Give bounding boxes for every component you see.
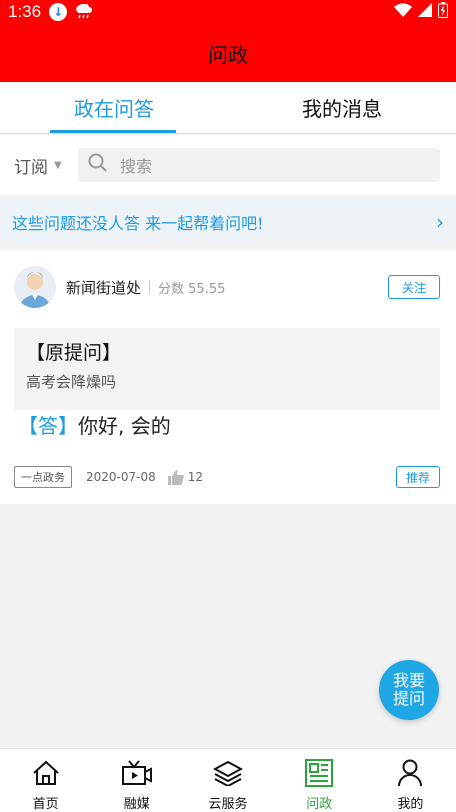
tv-icon [121, 759, 152, 787]
nav-media[interactable]: 融媒 [91, 749, 182, 812]
post-meta: 一点政务 2020-07-08 12 推荐 [14, 466, 440, 488]
weather-icon [75, 4, 93, 20]
search-icon [88, 153, 108, 177]
card-header: 新闻街道处 分数 55.55 关注 [14, 266, 440, 308]
subscribe-dropdown[interactable]: 订阅 ▼ [14, 153, 78, 178]
recommend-button[interactable]: 推荐 [396, 466, 440, 488]
author-name[interactable]: 新闻街道处 [66, 277, 141, 298]
nav-mine-label: 我的 [397, 797, 424, 812]
app-bar: 问政 [0, 24, 456, 82]
banner-text: 这些问题还没人答 来一起帮着问吧! [12, 214, 264, 233]
tab-qa[interactable]: 政在问答 [0, 82, 228, 133]
nav-wenzheng-label: 问政 [306, 797, 333, 812]
answer-text: 你好, 会的 [78, 414, 171, 438]
layers-icon [213, 759, 243, 787]
tab-bar: 政在问答 我的消息 [0, 82, 456, 134]
nav-mine[interactable]: 我的 [365, 749, 456, 812]
nav-media-label: 融媒 [123, 797, 150, 812]
unanswered-banner[interactable]: 这些问题还没人答 来一起帮着问吧! › [0, 196, 456, 248]
status-bar: 1:36 ↓ [0, 0, 456, 24]
ask-question-button[interactable]: 我要提问 [379, 660, 439, 720]
qa-card[interactable]: 新闻街道处 分数 55.55 关注 【原提问】 高考会降燥吗 【答】 你好, 会… [0, 250, 456, 504]
divider [149, 280, 151, 294]
original-question[interactable]: 【原提问】 高考会降燥吗 [14, 328, 440, 410]
wifi-icon [394, 2, 412, 22]
search-placeholder: 搜索 [120, 157, 153, 176]
person-icon [395, 759, 425, 787]
home-icon [31, 759, 61, 787]
answer: 【答】 你好, 会的 [18, 410, 171, 439]
signal-icon [418, 2, 432, 22]
author-score: 分数 55.55 [158, 281, 226, 297]
newspaper-icon [304, 759, 334, 787]
like-button[interactable]: 12 [167, 469, 204, 485]
thumbs-up-icon [167, 469, 184, 485]
answer-tag: 【答】 [18, 414, 78, 438]
like-count: 12 [187, 470, 204, 484]
nav-cloud-service[interactable]: 云服务 [182, 749, 273, 812]
nav-wenzheng[interactable]: 问政 [274, 749, 365, 812]
battery-icon [438, 1, 448, 23]
post-date: 2020-07-08 [86, 470, 156, 484]
caret-down-icon: ▼ [54, 159, 62, 171]
status-time: 1:36 [8, 2, 42, 21]
ask-question-label: 我要提问 [392, 671, 425, 708]
filter-row: 订阅 ▼ 搜索 [0, 135, 456, 195]
subscribe-label: 订阅 [14, 157, 48, 178]
avatar[interactable] [14, 266, 56, 308]
tab-my-messages[interactable]: 我的消息 [228, 82, 456, 133]
download-icon: ↓ [49, 3, 68, 21]
nav-home[interactable]: 首页 [0, 749, 91, 812]
page-title: 问政 [208, 42, 248, 67]
nav-home-label: 首页 [32, 797, 59, 812]
question-title: 【原提问】 [26, 342, 122, 364]
nav-cloud-service-label: 云服务 [208, 797, 248, 812]
chevron-right-icon: › [436, 210, 444, 234]
search-input[interactable]: 搜索 [78, 148, 440, 182]
question-text: 高考会降燥吗 [26, 373, 117, 391]
bottom-nav: 首页 融媒 云服务 问政 我的 [0, 748, 456, 812]
follow-button[interactable]: 关注 [388, 275, 440, 299]
source-badge: 一点政务 [14, 466, 72, 488]
